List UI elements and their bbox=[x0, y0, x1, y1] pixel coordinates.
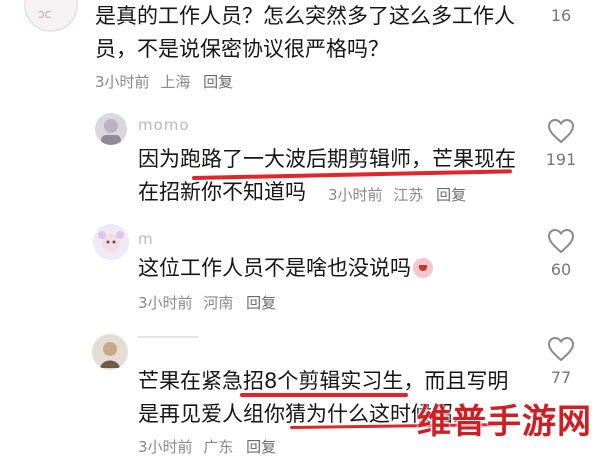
like-count: 60 bbox=[550, 260, 572, 279]
comment-location: 上海 bbox=[160, 73, 191, 91]
like-control[interactable]: 60 bbox=[536, 228, 586, 279]
like-control[interactable]: 16 bbox=[536, 6, 586, 25]
comment-meta: 3小时前 河南 回复 bbox=[138, 292, 282, 313]
reply-button[interactable]: 回复 bbox=[246, 294, 276, 312]
comment-item: m 这位工作人员不是啥也没说吗 3小时前 河南 回复 60 bbox=[0, 222, 600, 322]
username[interactable]: m bbox=[138, 230, 154, 248]
comment-item: momo 因为跑路了一大波后期剪辑师，芒果现在 在招新你不知道吗 3小时前 江苏… bbox=[0, 108, 600, 213]
like-count: 191 bbox=[545, 150, 577, 169]
svg-text:ɔc: ɔc bbox=[38, 7, 51, 21]
heart-icon bbox=[547, 118, 575, 144]
comment-location: 河南 bbox=[203, 294, 234, 312]
username[interactable] bbox=[138, 336, 198, 338]
reply-button[interactable]: 回复 bbox=[203, 73, 233, 91]
avatar[interactable] bbox=[93, 224, 129, 260]
crying-emoji-icon bbox=[413, 258, 433, 278]
like-control[interactable]: 191 bbox=[536, 118, 586, 169]
comment-location: 江苏 bbox=[393, 186, 424, 204]
comment-text: 是真的工作人员？怎么突然多了这么多工作人 员，不是说保密协议很严格吗？ bbox=[95, 4, 515, 61]
username[interactable]: momo bbox=[138, 116, 190, 134]
comment-meta: 3小时前 江苏 回复 bbox=[328, 184, 472, 205]
comment-text: 这位工作人员不是啥也没说吗 bbox=[138, 252, 433, 285]
avatar[interactable] bbox=[95, 113, 127, 145]
avatar[interactable] bbox=[92, 334, 128, 370]
highlight-underline bbox=[240, 393, 408, 397]
like-count: 77 bbox=[550, 368, 572, 387]
comment-time: 3小时前 bbox=[95, 73, 150, 91]
heart-icon bbox=[547, 336, 575, 362]
like-control[interactable]: 77 bbox=[536, 336, 586, 387]
comment-meta: 3小时前 上海 回复 bbox=[95, 71, 239, 92]
comment-time: 3小时前 bbox=[138, 438, 193, 456]
avatar[interactable]: ɔc bbox=[24, 0, 78, 32]
like-count: 16 bbox=[550, 6, 572, 25]
reply-button[interactable]: 回复 bbox=[246, 438, 276, 456]
comment-location: 广东 bbox=[203, 438, 234, 456]
comment-time: 3小时前 bbox=[138, 294, 193, 312]
heart-icon bbox=[547, 228, 575, 254]
watermark: 维普手游网 bbox=[417, 402, 592, 442]
comment-item: ɔc 是真的工作人员？怎么突然多了这么多工作人 员，不是说保密协议很严格吗？ 3… bbox=[0, 0, 600, 100]
reply-button[interactable]: 回复 bbox=[436, 186, 466, 204]
comment-time: 3小时前 bbox=[328, 186, 383, 204]
